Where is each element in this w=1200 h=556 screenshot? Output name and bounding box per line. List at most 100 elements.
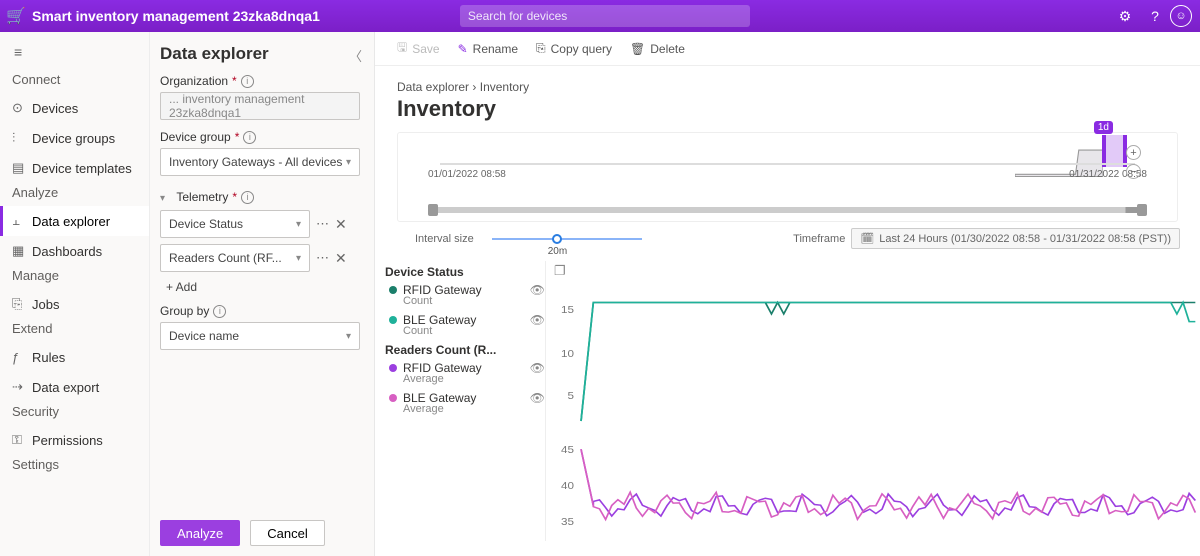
- nav-item-icon: ⫶: [12, 130, 32, 146]
- nav-group-label: Connect: [0, 70, 149, 93]
- app-icon: 🛒: [0, 6, 32, 26]
- svg-text:10: 10: [561, 349, 574, 360]
- legend-group: Readers Count (R...: [385, 343, 545, 357]
- legend-swatch: [389, 316, 397, 324]
- sidebar-item-data-explorer[interactable]: ⫠Data explorer: [0, 206, 149, 236]
- sidebar-item-jobs[interactable]: ⎘Jobs: [0, 289, 149, 319]
- interval-value: 20m: [548, 246, 567, 257]
- nav-group-label: Extend: [0, 319, 149, 342]
- range-pill: 1d: [1094, 121, 1113, 134]
- organization-label: Organization: [160, 74, 228, 88]
- interval-slider[interactable]: 20m: [492, 238, 642, 240]
- delete-icon: 🗑: [630, 42, 645, 56]
- interval-slider-handle[interactable]: [552, 234, 562, 244]
- nav-group-label: Analyze: [0, 183, 149, 206]
- breadcrumb-root[interactable]: Data explorer: [397, 80, 469, 94]
- nav-item-icon: ⊙: [12, 100, 32, 116]
- svg-text:40: 40: [561, 481, 574, 492]
- organization-input[interactable]: ... inventory management 23zka8dnqa1: [160, 92, 360, 120]
- layers-icon[interactable]: ❐: [554, 263, 566, 279]
- groupby-label: Group by: [160, 304, 209, 318]
- sidebar-item-dashboards[interactable]: ▦Dashboards: [0, 236, 149, 266]
- visibility-toggle-icon[interactable]: 👁: [530, 283, 545, 297]
- page-title: Inventory: [375, 94, 1200, 132]
- sidebar: ≡ Connect⊙Devices⫶Device groups▤Device t…: [0, 32, 150, 556]
- chevron-down-icon: [346, 157, 351, 168]
- nav-item-label: Rules: [32, 350, 65, 365]
- telemetry-remove-icon[interactable]: ✕: [335, 216, 347, 233]
- svg-text:35: 35: [561, 517, 574, 528]
- panel-title: Data explorer: [160, 44, 364, 64]
- info-icon[interactable]: i: [243, 131, 256, 144]
- nav-group-label: Security: [0, 402, 149, 425]
- nav-item-label: Data export: [32, 380, 99, 395]
- analyze-button[interactable]: Analyze: [160, 520, 240, 546]
- sidebar-item-device-groups[interactable]: ⫶Device groups: [0, 123, 149, 153]
- zoom-out-icon[interactable]: −: [1126, 164, 1141, 179]
- rename-button[interactable]: ✎Rename: [458, 42, 518, 56]
- sidebar-item-permissions[interactable]: ⚿Permissions: [0, 425, 149, 455]
- groupby-select[interactable]: Device name: [160, 322, 360, 350]
- slider-handle-right[interactable]: [1137, 204, 1147, 216]
- telemetry-select-1[interactable]: Device Status: [160, 210, 310, 238]
- save-icon: 🖫: [397, 38, 407, 59]
- slider-handle-left[interactable]: [428, 204, 438, 216]
- legend-swatch: [389, 364, 397, 372]
- rename-icon: ✎: [458, 42, 468, 56]
- device-group-select[interactable]: Inventory Gateways - All devices: [160, 148, 360, 176]
- chart-area[interactable]: ❐ ⋯ 15 10 5 45 40 35: [545, 261, 1200, 541]
- add-telemetry-button[interactable]: + Add: [160, 280, 364, 294]
- timeframe-label: Timeframe: [793, 233, 845, 245]
- visibility-toggle-icon[interactable]: 👁: [530, 361, 545, 375]
- avatar[interactable]: ☺: [1170, 5, 1192, 27]
- sidebar-item-rules[interactable]: ƒRules: [0, 342, 149, 372]
- nav-item-icon: ▤: [12, 160, 32, 176]
- sidebar-item-data-export[interactable]: ⇢Data export: [0, 372, 149, 402]
- app-title: Smart inventory management 23zka8dnqa1: [32, 8, 340, 24]
- nav-item-icon: ⫠: [12, 213, 32, 229]
- info-icon[interactable]: i: [213, 305, 226, 318]
- device-group-label: Device group: [160, 130, 231, 144]
- delete-button[interactable]: 🗑Delete: [630, 42, 685, 56]
- nav-item-label: Device templates: [32, 161, 132, 176]
- sidebar-item-devices[interactable]: ⊙Devices: [0, 93, 149, 123]
- cancel-button[interactable]: Cancel: [250, 520, 324, 546]
- overview-slider[interactable]: [428, 207, 1147, 213]
- nav-item-label: Dashboards: [32, 244, 102, 259]
- breadcrumb: Data explorer Inventory: [375, 66, 1200, 94]
- search-input[interactable]: Search for devices: [460, 5, 750, 27]
- nav-item-label: Device groups: [32, 131, 115, 146]
- zoom-in-icon[interactable]: +: [1126, 145, 1141, 160]
- copy-query-button[interactable]: ⎘Copy query: [536, 41, 612, 56]
- interval-size-label: Interval size: [415, 233, 474, 245]
- config-panel: Data explorer 〈 Organization * i ... inv…: [150, 32, 375, 556]
- help-icon[interactable]: ?: [1140, 8, 1170, 24]
- chevron-down-icon: [346, 331, 351, 342]
- timeline-overview: 1d 01/01/2022 08:58 01/31/2022 08:58 + −: [397, 132, 1178, 222]
- visibility-toggle-icon[interactable]: 👁: [530, 313, 545, 327]
- nav-item-label: Jobs: [32, 297, 59, 312]
- telemetry-more-icon[interactable]: ⋯: [316, 216, 329, 232]
- nav-group-label: Manage: [0, 266, 149, 289]
- telemetry-remove-icon[interactable]: ✕: [335, 250, 347, 267]
- visibility-toggle-icon[interactable]: 👁: [530, 391, 545, 405]
- menu-toggle-icon[interactable]: ≡: [0, 40, 149, 70]
- nav-item-label: Devices: [32, 101, 78, 116]
- info-icon[interactable]: i: [241, 191, 254, 204]
- chevron-right-icon: [472, 80, 476, 94]
- timeframe-picker[interactable]: 🗓 Last 24 Hours (01/30/2022 08:58 - 01/3…: [851, 228, 1180, 249]
- settings-icon[interactable]: ⚙: [1110, 8, 1140, 25]
- telemetry-label: Telemetry: [176, 190, 228, 204]
- nav-group-label: Settings: [0, 455, 149, 478]
- breadcrumb-leaf: Inventory: [480, 80, 529, 94]
- telemetry-select-2[interactable]: Readers Count (RF...: [160, 244, 310, 272]
- nav-item-icon: ⚿: [12, 432, 32, 448]
- nav-item-icon: ⇢: [12, 379, 32, 395]
- chevron-down-icon[interactable]: [160, 190, 165, 204]
- sidebar-item-device-templates[interactable]: ▤Device templates: [0, 153, 149, 183]
- svg-text:45: 45: [561, 445, 574, 456]
- telemetry-more-icon[interactable]: ⋯: [316, 250, 329, 266]
- svg-text:5: 5: [568, 391, 574, 402]
- collapse-panel-icon[interactable]: 〈: [349, 46, 362, 65]
- info-icon[interactable]: i: [241, 75, 254, 88]
